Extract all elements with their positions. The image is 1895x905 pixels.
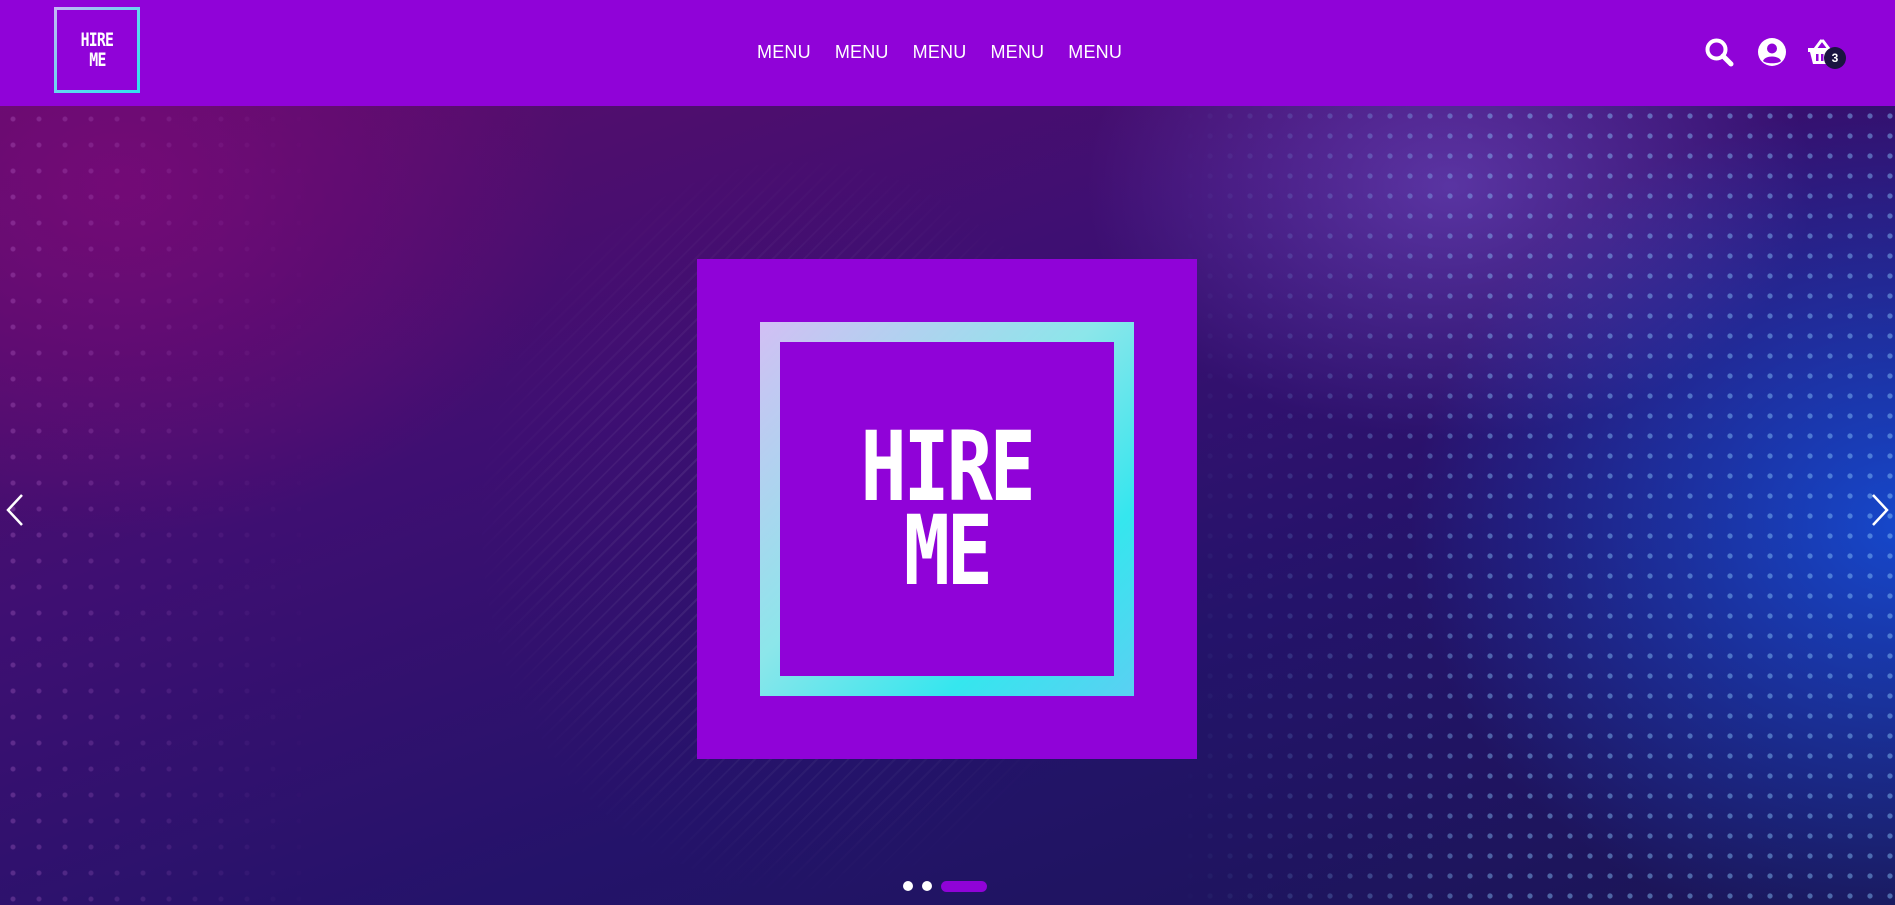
pagination-dot-2[interactable] — [922, 881, 932, 891]
nav-item-4[interactable]: MENU — [990, 42, 1044, 63]
search-button[interactable] — [1703, 36, 1735, 68]
logo-inner: HIRE ME — [57, 10, 137, 90]
nav-item-1[interactable]: MENU — [757, 42, 811, 63]
hero-slider: HIRE ME — [0, 106, 1895, 905]
site-header: HIRE ME MENU MENU MENU MENU MENU 3 — [0, 0, 1895, 106]
slider-pagination — [903, 880, 987, 892]
logo-text-line1: HIRE — [80, 29, 114, 51]
pagination-dot-1[interactable] — [903, 881, 913, 891]
account-button[interactable] — [1756, 36, 1788, 68]
next-slide-button[interactable] — [1867, 490, 1893, 530]
main-nav: MENU MENU MENU MENU MENU — [747, 40, 1122, 64]
nav-item-3[interactable]: MENU — [913, 42, 967, 63]
cart-button[interactable]: 3 — [1806, 36, 1846, 69]
pagination-dot-3-active[interactable] — [941, 880, 987, 892]
logo-text-line2: ME — [88, 49, 106, 71]
chevron-right-icon — [1872, 494, 1889, 526]
hero-dot-pattern-left — [0, 106, 320, 905]
cart-count-badge: 3 — [1824, 47, 1846, 69]
search-icon — [1705, 38, 1734, 67]
slide-text-line2: ME — [903, 495, 993, 607]
user-circle-icon — [1758, 38, 1786, 66]
logo[interactable]: HIRE ME — [54, 7, 140, 93]
slide-logo-frame: HIRE ME — [760, 322, 1134, 696]
prev-slide-button[interactable] — [2, 490, 28, 530]
nav-item-2[interactable]: MENU — [835, 42, 889, 63]
nav-item-5[interactable]: MENU — [1068, 42, 1122, 63]
slide-image: HIRE ME — [697, 259, 1197, 759]
hero-dot-pattern-right — [1180, 106, 1895, 905]
chevron-left-icon — [6, 494, 23, 526]
slide-logo-inner: HIRE ME — [780, 342, 1114, 676]
